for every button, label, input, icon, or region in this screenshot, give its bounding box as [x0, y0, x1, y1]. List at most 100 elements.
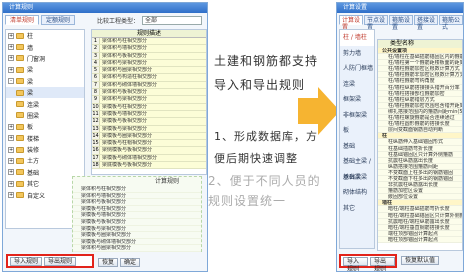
tree-item[interactable]: 圈梁 [6, 110, 84, 121]
table-row[interactable]: 2 梁体积与墙相交部分 [92, 45, 206, 53]
tree-item[interactable]: -梁 [6, 76, 84, 87]
table-row[interactable]: 17 梁模板与砌体墙相交部分 [92, 154, 206, 163]
caption-ghost-2: 规则设置统一 [208, 194, 287, 208]
table-row[interactable]: 梁模板与梁相交部分 [73, 226, 201, 233]
tree-item[interactable]: + 柱 [6, 30, 84, 41]
folder-icon [16, 180, 24, 187]
settings-tab[interactable]: 计算设置 [339, 15, 363, 31]
category-item[interactable]: 基础次梁 [340, 170, 374, 186]
category-item[interactable]: 板 [340, 123, 374, 139]
folder-icon [16, 55, 24, 62]
category-item[interactable]: 人防门框墙 [340, 61, 374, 77]
rule-description: 梁模板与板相交部分 [102, 118, 148, 125]
tree-item[interactable]: + 板 [6, 121, 84, 132]
tree-item[interactable]: + 门窗洞 [6, 53, 84, 64]
table-row[interactable]: 梁模板与板相交部分 [73, 219, 201, 226]
rule-description: 梁侧模板与板相交部分 [102, 147, 153, 154]
rule-description: 梁模板与柱帽相交部分 [102, 140, 153, 147]
table-row[interactable]: 6 梁体积与构造柱相交部分 [92, 74, 206, 82]
table-row[interactable]: 梁体积与柱相交部分 [73, 186, 201, 193]
project-type-select[interactable]: 全部 [142, 16, 203, 25]
table-row[interactable]: 7 梁体积与砌体墙相交部分 [92, 81, 206, 90]
import-rules-button[interactable]: 导入规则 [343, 256, 368, 271]
table-row[interactable]: 1 梁体积与柱相交部分 [92, 38, 206, 46]
table-row[interactable]: 18 梁底模板与板相交部分 [92, 162, 206, 170]
export-rules-button[interactable]: 导出规则 [44, 256, 77, 266]
table-row[interactable]: 梁模板与圈梁相交部分 [73, 232, 201, 239]
expand-icon[interactable]: + [8, 66, 14, 73]
category-item[interactable]: 基础主梁 / 承台梁 [340, 154, 374, 181]
table-row[interactable]: 13 梁模板与梁相交部分 [92, 125, 206, 133]
table-row[interactable]: 梁模板与砌体墙相交部分 [73, 239, 201, 246]
caption-line-1: 土建和钢筋都支持 [214, 54, 319, 68]
tree-item-label: 装修 [27, 147, 40, 155]
category-item[interactable]: 剪力墙 [340, 46, 374, 62]
table-row[interactable]: 9 梁体积与梁相交部分 [92, 96, 206, 104]
tab-bill-rules[interactable]: 清单规则 [5, 15, 40, 25]
expand-icon[interactable]: + [8, 180, 14, 187]
expand-icon[interactable]: + [8, 123, 14, 130]
table-row[interactable]: 14 梁模板与圈梁相交部分 [92, 132, 206, 141]
dialog-buttons: 恢复 确定 [98, 258, 141, 270]
table-row[interactable]: 梁模板与柱相交部分 [73, 206, 201, 213]
table-row[interactable]: 10 梁模板与柱相交部分 [92, 103, 206, 111]
category-item[interactable]: 非框架梁 [340, 108, 374, 124]
settings-tab[interactable]: 搭接设置 [414, 15, 438, 31]
row-number: 13 [92, 125, 100, 132]
setting-row[interactable]: 暗柱顶部锚固计算起点 [378, 236, 462, 243]
expand-icon[interactable]: + [8, 157, 14, 164]
tree-item[interactable]: + 装修 [6, 144, 84, 155]
expand-icon[interactable]: + [8, 146, 14, 153]
folder-icon [16, 112, 24, 119]
tree-item[interactable]: + 楼梯 [6, 133, 84, 144]
table-row[interactable]: 梁体积与板相交部分 [73, 199, 201, 206]
tab-quota-rules[interactable]: 定额规则 [41, 15, 76, 25]
table-row[interactable]: 4 梁体积与梁相交部分 [92, 59, 206, 68]
table-row[interactable]: 11 梁模板与墙相交部分 [92, 110, 206, 119]
import-rules-button[interactable]: 导入规则 [10, 256, 43, 266]
settings-tab[interactable]: 节点设置 [364, 15, 388, 31]
tree-item[interactable]: 连梁 [6, 98, 84, 109]
expand-icon[interactable]: + [8, 32, 14, 39]
rule-description: 梁底模板与板相交部分 [102, 162, 153, 169]
restore-button[interactable]: 恢复 [98, 258, 119, 267]
expand-icon[interactable]: + [8, 192, 14, 199]
tree-item[interactable]: + 梁 [6, 64, 84, 75]
category-item[interactable]: 砌体结构 [340, 185, 374, 201]
category-item[interactable]: 其它 [340, 201, 374, 217]
tree-item[interactable]: 梁 [6, 86, 84, 99]
expand-icon[interactable]: + [8, 135, 14, 142]
restore-default-button[interactable]: 恢复默认值 [401, 256, 440, 265]
right-arrow-icon [298, 98, 318, 124]
table-row[interactable]: 3 梁体积与板相交部分 [92, 52, 206, 60]
project-type-filter: 比较工程类型： 全部 [97, 16, 203, 25]
tree-item-label: 基础 [27, 169, 40, 177]
row-number: 16 [92, 147, 100, 154]
table-row[interactable]: 8 梁体积与板相交部分 [92, 89, 206, 97]
tree-item[interactable]: + 墙 [6, 41, 84, 52]
tree-item-label: 柱 [27, 33, 34, 41]
category-item[interactable]: 框架梁 [340, 92, 374, 108]
expand-icon[interactable]: + [8, 55, 14, 62]
table-row[interactable]: 5 梁体积与圈梁相交部分 [92, 67, 206, 75]
ok-button[interactable]: 确定 [120, 258, 141, 267]
rule-description: 梁模板与柱相交部分 [102, 103, 148, 110]
expand-icon[interactable]: + [8, 44, 14, 51]
table-row[interactable]: 16 梁侧模板与板相交部分 [92, 147, 206, 155]
tree-item[interactable]: + 土方 [6, 155, 84, 166]
category-item[interactable]: 柱 / 墙柱 [340, 30, 374, 46]
category-item[interactable]: 基础 [340, 139, 374, 155]
export-rules-button[interactable]: 导出规则 [370, 256, 395, 271]
table-row[interactable]: 梁体积与墙相交部分 [73, 193, 201, 200]
settings-tab[interactable]: 箍筋公式 [439, 15, 463, 31]
table-row[interactable]: 梁模板与墙相交部分 [73, 212, 201, 219]
category-item[interactable]: 连梁 [340, 77, 374, 93]
expand-icon[interactable]: + [8, 169, 14, 176]
settings-tab[interactable]: 箍筋设置 [389, 15, 413, 31]
rule-description: 梁体积与梁相交部分 [102, 59, 148, 66]
table-row[interactable]: 15 梁模板与柱帽相交部分 [92, 140, 206, 148]
table-row[interactable]: 梁体积与圈梁相交部分 [73, 245, 201, 252]
collapse-icon[interactable]: - [8, 78, 14, 85]
table-row[interactable]: 12 梁模板与板相交部分 [92, 118, 206, 126]
tree-item-label: 门窗洞 [27, 55, 46, 63]
